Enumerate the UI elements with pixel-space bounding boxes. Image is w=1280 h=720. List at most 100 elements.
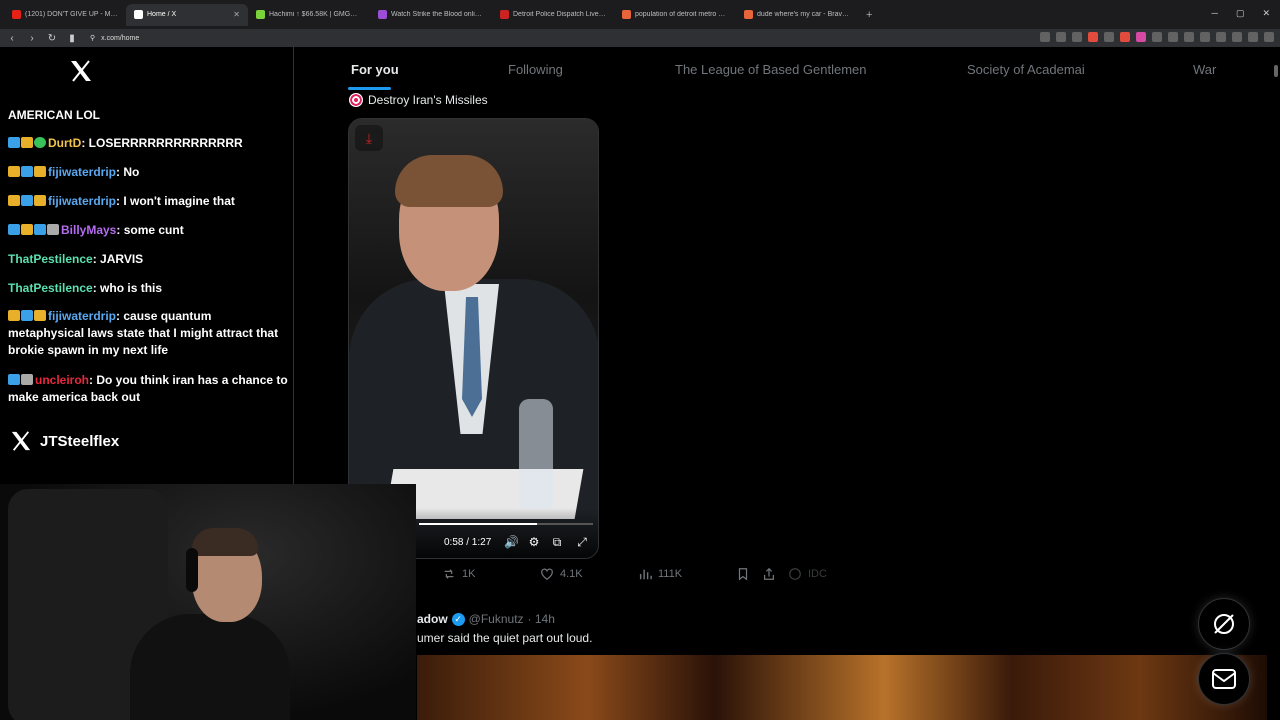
chat-badges [8, 310, 46, 321]
browser-tab[interactable]: Hachimi ↑ $66.58K | GMGN.AI Fast Tr... [248, 4, 370, 26]
badge-icon [34, 166, 46, 177]
analytics-icon [639, 569, 652, 580]
chat-message: fijiwaterdrip: No [8, 164, 288, 181]
extension-icon[interactable] [1104, 32, 1114, 42]
extension-icon[interactable] [1200, 32, 1210, 42]
chat-message: fijiwaterdrip: I won't imagine that [8, 193, 288, 210]
url-field[interactable]: ⚲ x.com/home [90, 34, 139, 43]
chat-badges [8, 374, 33, 385]
browser-tab[interactable]: Watch Strike the Blood online free o... [370, 4, 492, 26]
like-button[interactable]: 4.1K [540, 567, 583, 581]
tab-close-icon[interactable]: ✕ [233, 10, 240, 19]
channel-user: JTSteelflex [10, 430, 119, 452]
tab-war[interactable]: War [1193, 62, 1216, 77]
views-button[interactable]: 111K [638, 567, 682, 581]
scrollbar-thumb[interactable] [1274, 65, 1278, 77]
chat-username: fijiwaterdrip [48, 165, 117, 179]
tweet-text: umer said the quiet part out loud. [417, 631, 593, 645]
tweet-timestamp[interactable]: · 14h [528, 612, 555, 626]
browser-tab[interactable]: (1201) DON'T GIVE UP - Motivatio... [4, 4, 126, 26]
extension-icon[interactable] [1120, 32, 1130, 42]
extension-icon[interactable] [1184, 32, 1194, 42]
verified-badge-icon: ✓ [451, 612, 465, 626]
menu-icon[interactable] [1264, 32, 1274, 42]
chat-message-text: : No [116, 165, 140, 179]
retweet-button[interactable]: 1K [442, 567, 475, 581]
target-emoji-icon [349, 93, 363, 107]
url-text[interactable]: x.com/home [101, 35, 139, 42]
browser-tab[interactable]: Home / X ✕ [126, 3, 248, 26]
forward-icon[interactable]: › [24, 33, 40, 44]
video-progress-bar[interactable] [419, 523, 593, 525]
chat-header: AMERICAN LOL [8, 108, 100, 122]
cast-icon[interactable] [1056, 32, 1066, 42]
badge-icon [8, 310, 20, 321]
close-window-icon[interactable]: ✕ [1262, 8, 1270, 19]
picture-in-picture-icon[interactable]: ⧉ [550, 535, 564, 549]
brave-shields-icon[interactable] [1088, 32, 1098, 42]
badge-icon [8, 224, 20, 235]
chat-message: uncleiroh: Do you think iran has a chanc… [8, 372, 288, 406]
maximize-icon[interactable]: ▢ [1236, 8, 1245, 19]
tab-favicon-icon [12, 10, 21, 19]
zoom-icon[interactable] [1040, 32, 1050, 42]
bookmark-button[interactable] [736, 567, 750, 581]
back-icon[interactable]: ‹ [4, 33, 20, 44]
grok-fab-button[interactable] [1198, 598, 1250, 650]
settings-gear-icon[interactable]: ⚙ [527, 535, 541, 549]
tweet-media[interactable] [417, 655, 1267, 720]
chat-badges [8, 137, 46, 148]
home-feed: For you Following The League of Based Ge… [293, 47, 1272, 720]
share-icon [764, 567, 774, 580]
tab-favicon-icon [134, 10, 143, 19]
badge-icon [8, 374, 20, 385]
badge-icon [21, 374, 33, 385]
download-icon[interactable]: ⤓ [355, 125, 383, 151]
tab-favicon-icon [500, 10, 509, 19]
browser-tab[interactable]: population of detroit metro area - B... [614, 4, 736, 26]
video-time: 0:58 / 1:27 [444, 537, 492, 548]
chat-badges [8, 195, 46, 206]
wallet-icon[interactable] [1248, 32, 1258, 42]
bookmark-icon[interactable]: ▮ [64, 33, 80, 44]
fullscreen-icon[interactable]: ⤢ [575, 535, 589, 549]
site-settings-icon[interactable]: ⚲ [90, 34, 95, 42]
chat-message: ThatPestilence: who is this [8, 280, 288, 297]
chat-message: BillyMays: some cunt [8, 222, 288, 239]
browser-tab[interactable]: Detroit Police Dispatch Live Audio Fe... [492, 4, 614, 26]
tweet-author-handle[interactable]: @Fuknutz [469, 612, 524, 626]
chat-badges [8, 224, 59, 235]
chat-username: fijiwaterdrip [48, 194, 117, 208]
messages-fab-button[interactable] [1198, 653, 1250, 705]
extension-icon[interactable] [1152, 32, 1162, 42]
badge-icon [21, 137, 33, 148]
share-button[interactable] [762, 567, 776, 581]
x-logo-icon [11, 431, 31, 451]
tab-society-of-academai[interactable]: Society of Academai [967, 62, 1085, 77]
grok-button[interactable]: IDC [788, 567, 827, 581]
tab-favicon-icon [622, 10, 631, 19]
page-scrollbar[interactable] [1272, 47, 1280, 720]
tab-league-of-based-gentlemen[interactable]: The League of Based Gentlemen [675, 62, 867, 77]
badge-icon [21, 166, 33, 177]
minimize-icon[interactable]: ─ [1212, 8, 1218, 19]
video-progress-fill [419, 523, 538, 525]
headset-icon [186, 548, 198, 592]
media-icon[interactable] [1216, 32, 1226, 42]
new-tab-button[interactable]: + [858, 9, 880, 21]
tab-following[interactable]: Following [508, 62, 563, 77]
video-subject-hair [395, 155, 503, 207]
tab-for-you[interactable]: For you [351, 62, 399, 77]
badge-icon [34, 195, 46, 206]
extension-icon[interactable] [1136, 32, 1146, 42]
share-icon[interactable] [1072, 32, 1082, 42]
grok-icon [1214, 614, 1234, 634]
tweet-author-name[interactable]: adow [417, 612, 448, 626]
sidebar-icon[interactable] [1232, 32, 1242, 42]
browser-tab[interactable]: dude where's my car - Brave Search [736, 4, 858, 26]
volume-icon[interactable]: 🔊 [504, 535, 519, 549]
extension-icon[interactable] [1168, 32, 1178, 42]
tweet-text: Destroy Iran's Missiles [349, 93, 488, 107]
badge-icon [8, 166, 20, 177]
reload-icon[interactable]: ↻ [44, 33, 60, 44]
